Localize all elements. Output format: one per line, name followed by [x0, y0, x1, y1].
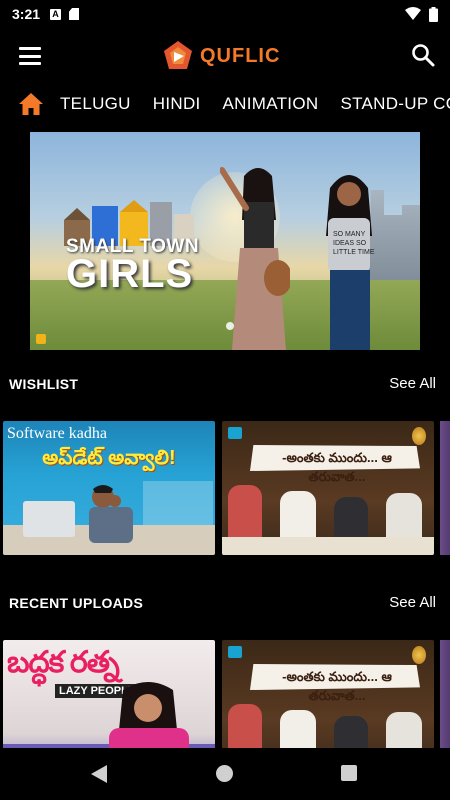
status-time: 3:21	[12, 6, 41, 22]
video-thumbnail-peek[interactable]	[440, 421, 450, 555]
logo-text: QUFLIC	[200, 44, 281, 67]
battery-icon	[429, 6, 438, 22]
award-badge-icon	[412, 646, 426, 664]
award-badge-icon	[412, 427, 426, 445]
recent-uploads-title: RECENT UPLOADS	[9, 595, 144, 611]
app-header: QUFLIC	[0, 28, 450, 84]
logo-mark-icon	[164, 41, 192, 69]
tab-hindi[interactable]: HINDI	[153, 94, 201, 114]
video-thumbnail[interactable]: -అంతకు ముందు... ఆ తరువాత...	[222, 421, 434, 555]
thumbnail-person	[228, 485, 262, 545]
hamburger-menu-icon[interactable]	[18, 44, 42, 68]
sd-card-icon	[69, 8, 80, 20]
thumbnail-telugu-title: బద్ధక రత్న	[7, 646, 120, 679]
laptop	[23, 501, 75, 537]
wishlist-row: Software kadha అప్‌డేట్ అవ్వాలి! -అంతకు …	[0, 421, 450, 555]
tab-animation[interactable]: ANIMATION	[223, 94, 319, 114]
status-icons-left: A	[50, 8, 80, 20]
category-tabs: TELUGU HINDI ANIMATION STAND-UP COMEDY	[0, 84, 450, 124]
back-icon[interactable]	[90, 764, 108, 784]
svg-text:IDEAS SO: IDEAS SO	[333, 240, 367, 247]
system-navigation-bar	[0, 748, 450, 800]
carousel-indicator-dot[interactable]	[226, 322, 234, 330]
video-thumbnail[interactable]: Software kadha అప్‌డేట్ అవ్వాలి!	[3, 421, 215, 555]
banner-badge-icon	[36, 334, 46, 344]
svg-text:LITTLE TIME: LITTLE TIME	[333, 249, 375, 256]
search-icon[interactable]	[410, 42, 436, 68]
thumbnail-heading: Software kadha	[7, 425, 107, 442]
recent-uploads-section-header: RECENT UPLOADS See All	[0, 592, 450, 616]
recents-square-icon[interactable]	[341, 765, 357, 781]
table	[222, 537, 434, 555]
banner-person-right: SO MANY IDEAS SO LITTLE TIME	[326, 175, 375, 350]
channel-logo-icon	[228, 427, 242, 439]
a-notification-icon: A	[50, 8, 62, 20]
office-background	[143, 481, 213, 531]
quflic-logo: QUFLIC	[162, 40, 280, 72]
wishlist-see-all-link[interactable]: See All	[389, 375, 436, 392]
home-icon[interactable]	[18, 92, 44, 116]
recent-uploads-see-all-link[interactable]: See All	[389, 594, 436, 611]
wishlist-section-header: WISHLIST See All	[0, 373, 450, 397]
channel-logo-icon	[228, 646, 242, 658]
wifi-icon	[405, 7, 421, 20]
thumbnail-telugu-title: -అంతకు ముందు... ఆ తరువాత...	[282, 450, 392, 484]
tab-telugu[interactable]: TELUGU	[60, 94, 131, 114]
home-circle-icon[interactable]	[216, 765, 233, 782]
status-bar: 3:21 A	[0, 0, 450, 28]
thumbnail-person	[89, 485, 133, 543]
featured-banner[interactable]: SMALL TOWN GIRLS SO MANY IDEAS SO LITTLE…	[30, 132, 420, 350]
thumbnail-telugu-title: -అంతకు ముందు... ఆ తరువాత...	[282, 669, 392, 703]
shirt-text: SO MANY	[333, 231, 366, 238]
tab-stand-up-comedy[interactable]: STAND-UP COMEDY	[340, 94, 450, 114]
status-icons-right	[405, 6, 438, 22]
thumbnail-telugu-title: అప్‌డేట్ అవ్వాలి!	[42, 447, 176, 469]
wishlist-title: WISHLIST	[9, 376, 79, 392]
banner-title-large: GIRLS	[66, 252, 194, 296]
